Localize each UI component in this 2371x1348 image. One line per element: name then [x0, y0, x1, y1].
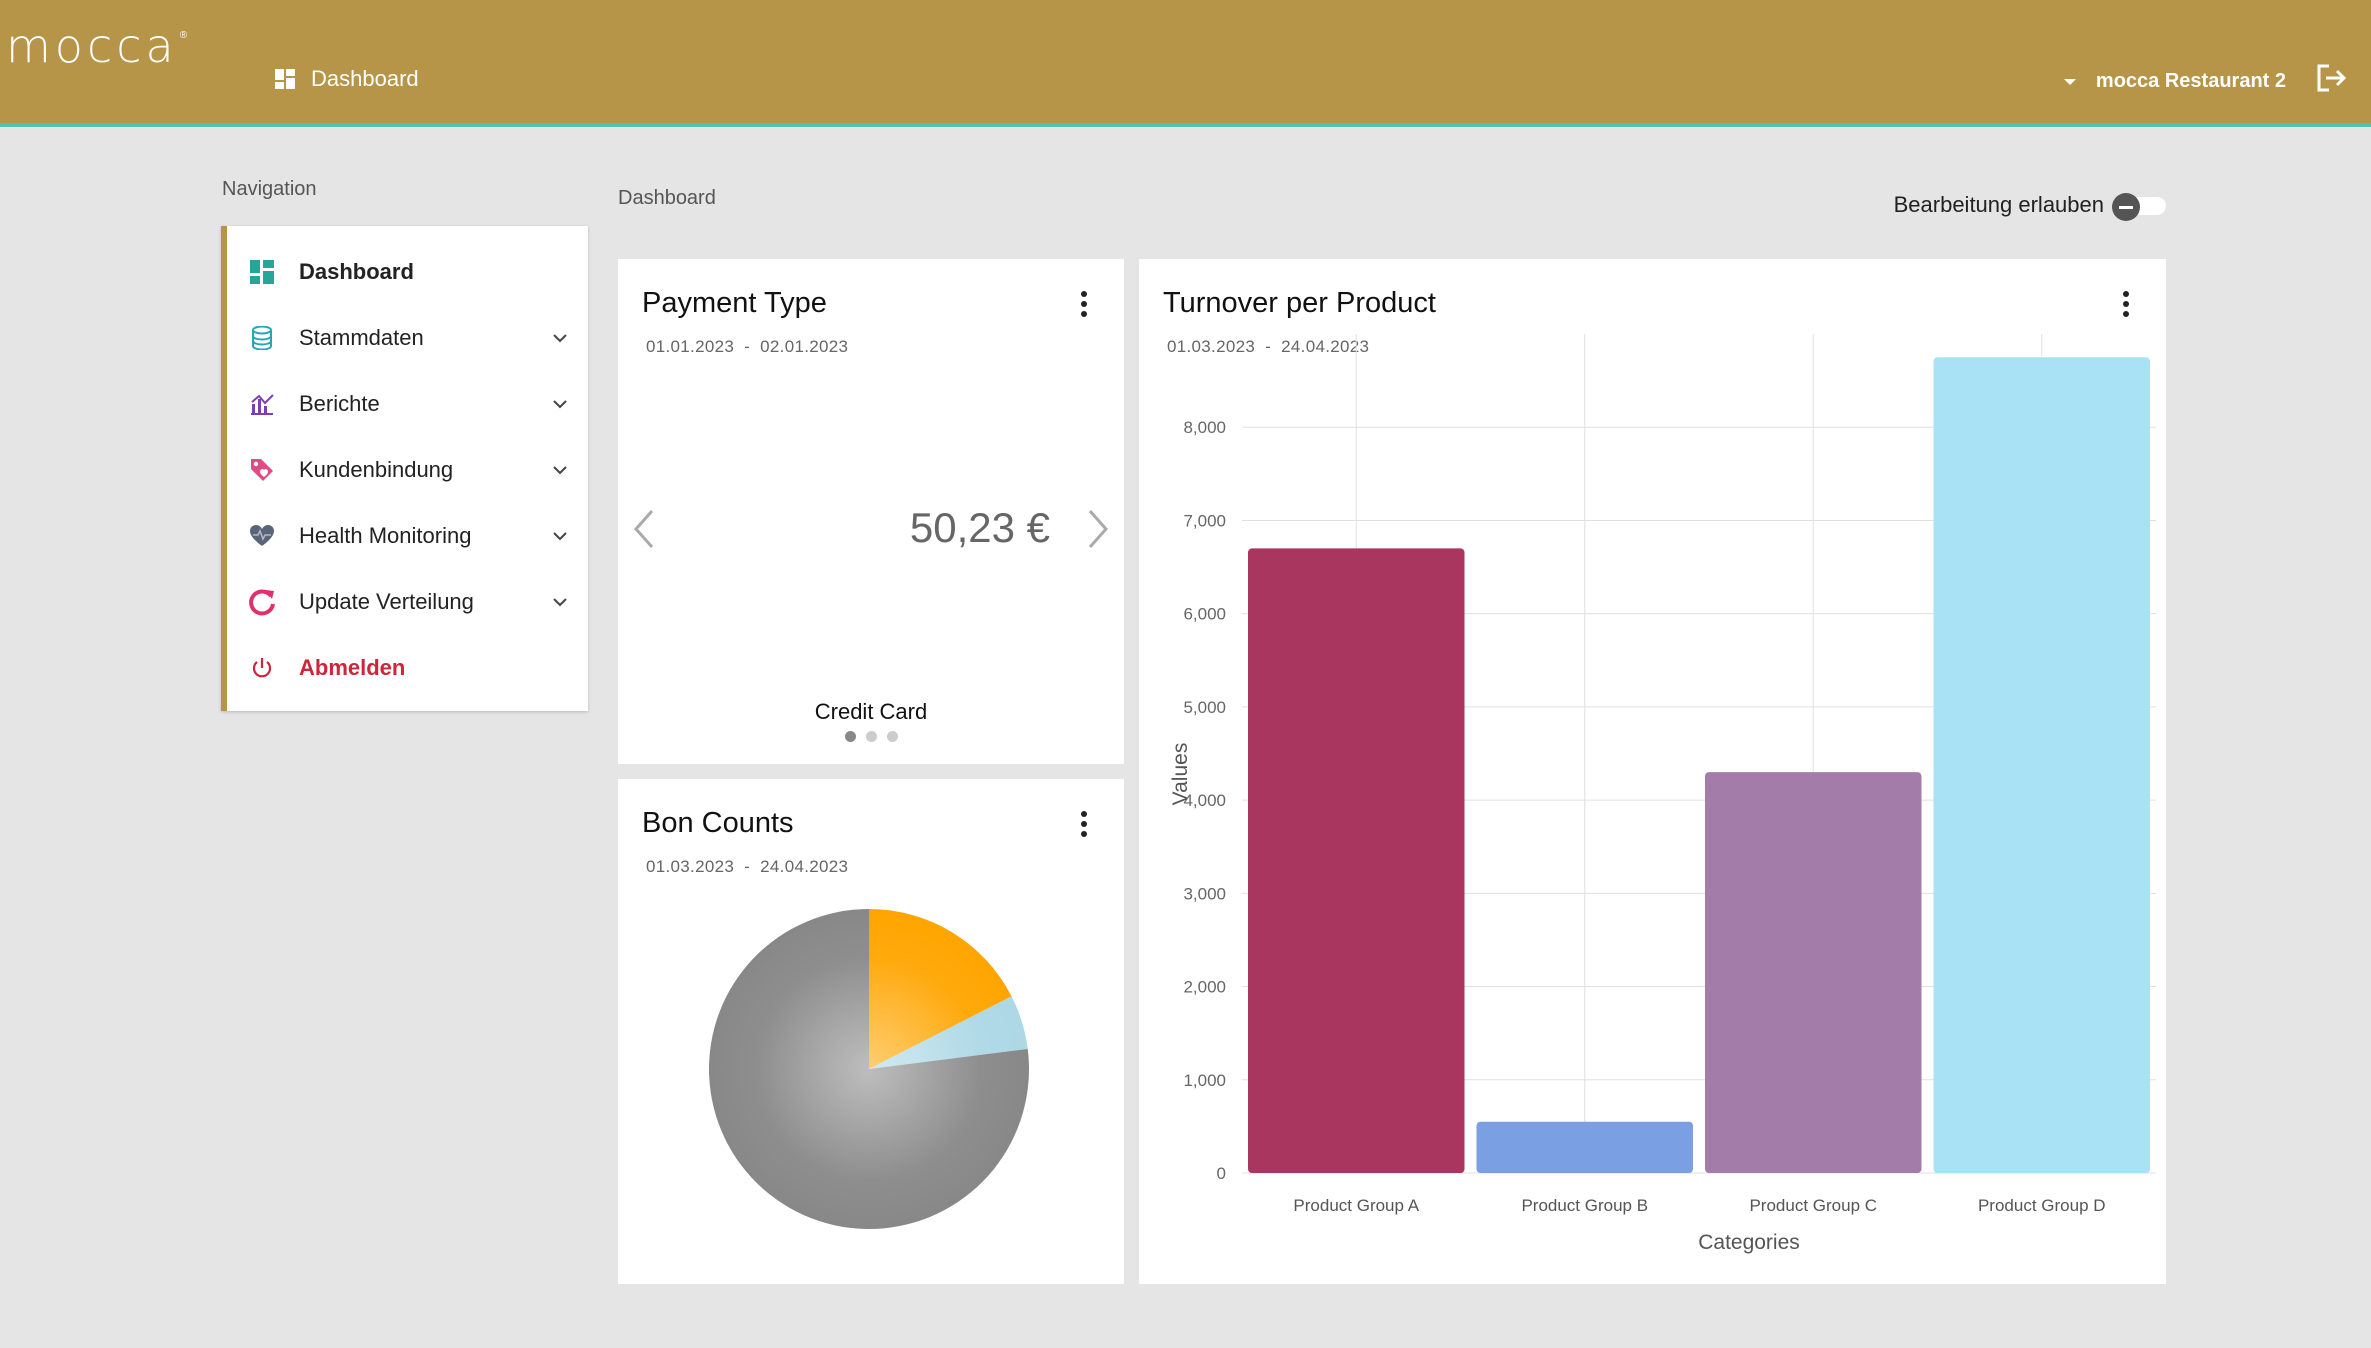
sidebar-item-kundenbindung[interactable]: Kundenbindung [227, 445, 588, 495]
carousel-dot[interactable] [886, 731, 898, 742]
x-tick-label: Product Group D [1978, 1196, 2106, 1215]
more-options-icon[interactable] [1080, 291, 1088, 317]
payment-type-label: Credit Card [814, 699, 928, 724]
chevron-left-icon[interactable] [630, 507, 658, 551]
date-from: 01.01.2023 [646, 337, 735, 356]
card-date-range: 01.01.2023 - 02.01.2023 [646, 337, 849, 356]
edit-toggle-label: Bearbeitung erlauben [1893, 192, 2104, 217]
card-date-range: 01.03.2023 - 24.04.2023 [646, 857, 849, 876]
date-to: 24.04.2023 [760, 857, 849, 876]
y-tick-label: 0 [1217, 1164, 1226, 1183]
tag-icon [247, 455, 277, 485]
logo[interactable]: mocca ® [6, 19, 188, 73]
carousel-dot[interactable] [844, 731, 856, 742]
payment-value: 50,23 € [909, 504, 1050, 551]
chevron-down-icon[interactable] [550, 328, 570, 348]
y-tick-label: 5,000 [1183, 698, 1226, 717]
bon-counts-pie-chart [708, 909, 1029, 1229]
caret-down-icon [2063, 78, 2076, 85]
sidebar-item-update-verteilung[interactable]: Update Verteilung [227, 577, 588, 627]
date-from: 01.03.2023 [646, 857, 735, 876]
refresh-icon [247, 587, 277, 617]
edit-toggle-group: Bearbeitung erlauben [1893, 192, 2166, 221]
heart-icon [247, 521, 277, 551]
top-nav-dashboard[interactable]: Dashboard [275, 66, 419, 92]
carousel-dot[interactable] [865, 731, 877, 742]
sidebar-item-label: Health Monitoring [299, 523, 472, 548]
y-tick-label: 2,000 [1183, 978, 1226, 997]
y-tick-label: 6,000 [1183, 605, 1226, 624]
sidebar-item-stammdaten[interactable]: Stammdaten [227, 313, 588, 363]
sidebar-item-dashboard[interactable]: Dashboard [227, 247, 588, 297]
card-title: Bon Counts [642, 807, 794, 839]
sidebar-item-label: Dashboard [299, 259, 414, 284]
sidebar-item-label: Abmelden [299, 655, 406, 680]
bar-product-group-d[interactable] [1933, 357, 2151, 1173]
carousel-dots [618, 731, 1124, 742]
top-nav-label: Dashboard [311, 66, 419, 91]
card-title: Payment Type [642, 287, 827, 319]
y-tick-label: 1,000 [1183, 1071, 1226, 1090]
chevron-right-icon[interactable] [1084, 507, 1112, 551]
logo-text: mocca [6, 19, 178, 73]
logout-icon[interactable] [2315, 62, 2347, 94]
dashboard-icon [275, 69, 295, 89]
chevron-down-icon[interactable] [550, 592, 570, 612]
dashboard-icon [247, 257, 277, 287]
toggle-knob [2112, 193, 2140, 221]
bar-product-group-b[interactable] [1476, 1121, 1694, 1173]
chevron-down-icon[interactable] [550, 526, 570, 546]
y-tick-label: 7,000 [1183, 511, 1226, 530]
power-icon [247, 653, 277, 683]
chevron-down-icon[interactable] [550, 460, 570, 480]
sidebar-item-label: Berichte [299, 391, 380, 416]
turnover-bar-chart: 01,0002,0003,0004,0005,0006,0007,0008,00… [1169, 334, 2156, 1254]
more-options-icon[interactable] [1080, 811, 1088, 837]
sidebar-item-label: Stammdaten [299, 325, 424, 350]
x-axis-title: Categories [1698, 1231, 1800, 1254]
sidebar-item-health-monitoring[interactable]: Health Monitoring [227, 511, 588, 561]
payment-type-card: Payment Type 01.01.2023 - 02.01.2023 50,… [618, 259, 1124, 764]
bar-product-group-a[interactable] [1248, 548, 1465, 1173]
bon-counts-card: Bon Counts 01.03.2023 - 24.04.2023 [618, 779, 1124, 1284]
sidebar-item-label: Kundenbindung [299, 457, 454, 482]
nav-heading: Navigation [222, 178, 317, 200]
sidebar-item-berichte[interactable]: Berichte [227, 379, 588, 429]
x-tick-label: Product Group A [1293, 1196, 1419, 1215]
y-axis-title: Values [1169, 743, 1192, 806]
x-tick-label: Product Group B [1521, 1196, 1648, 1215]
user-menu[interactable]: mocca Restaurant 2 [2063, 70, 2286, 93]
logo-registered-mark: ® [179, 30, 188, 41]
user-label: mocca Restaurant 2 [2095, 70, 2286, 92]
page-title: Dashboard [618, 187, 716, 209]
sidebar-item-label: Update Verteilung [299, 589, 474, 614]
y-tick-label: 3,000 [1183, 884, 1226, 903]
x-tick-label: Product Group C [1749, 1196, 1877, 1215]
y-tick-label: 8,000 [1183, 418, 1226, 437]
top-bar: mocca ® Dashboard mocca Restaurant 2 [0, 0, 2371, 127]
sidebar-item-abmelden[interactable]: Abmelden [227, 643, 588, 693]
turnover-per-product-card: Turnover per Product 01.03.2023 - 24.04.… [1139, 259, 2166, 1284]
sidebar-nav: Dashboard Stammdaten Berichte Kundenbind… [221, 226, 588, 711]
database-icon [247, 323, 277, 353]
chart-icon [247, 389, 277, 419]
chevron-down-icon[interactable] [550, 394, 570, 414]
bar-product-group-c[interactable] [1705, 772, 1922, 1173]
edit-toggle-switch[interactable] [2112, 193, 2166, 221]
date-to: 02.01.2023 [760, 337, 849, 356]
